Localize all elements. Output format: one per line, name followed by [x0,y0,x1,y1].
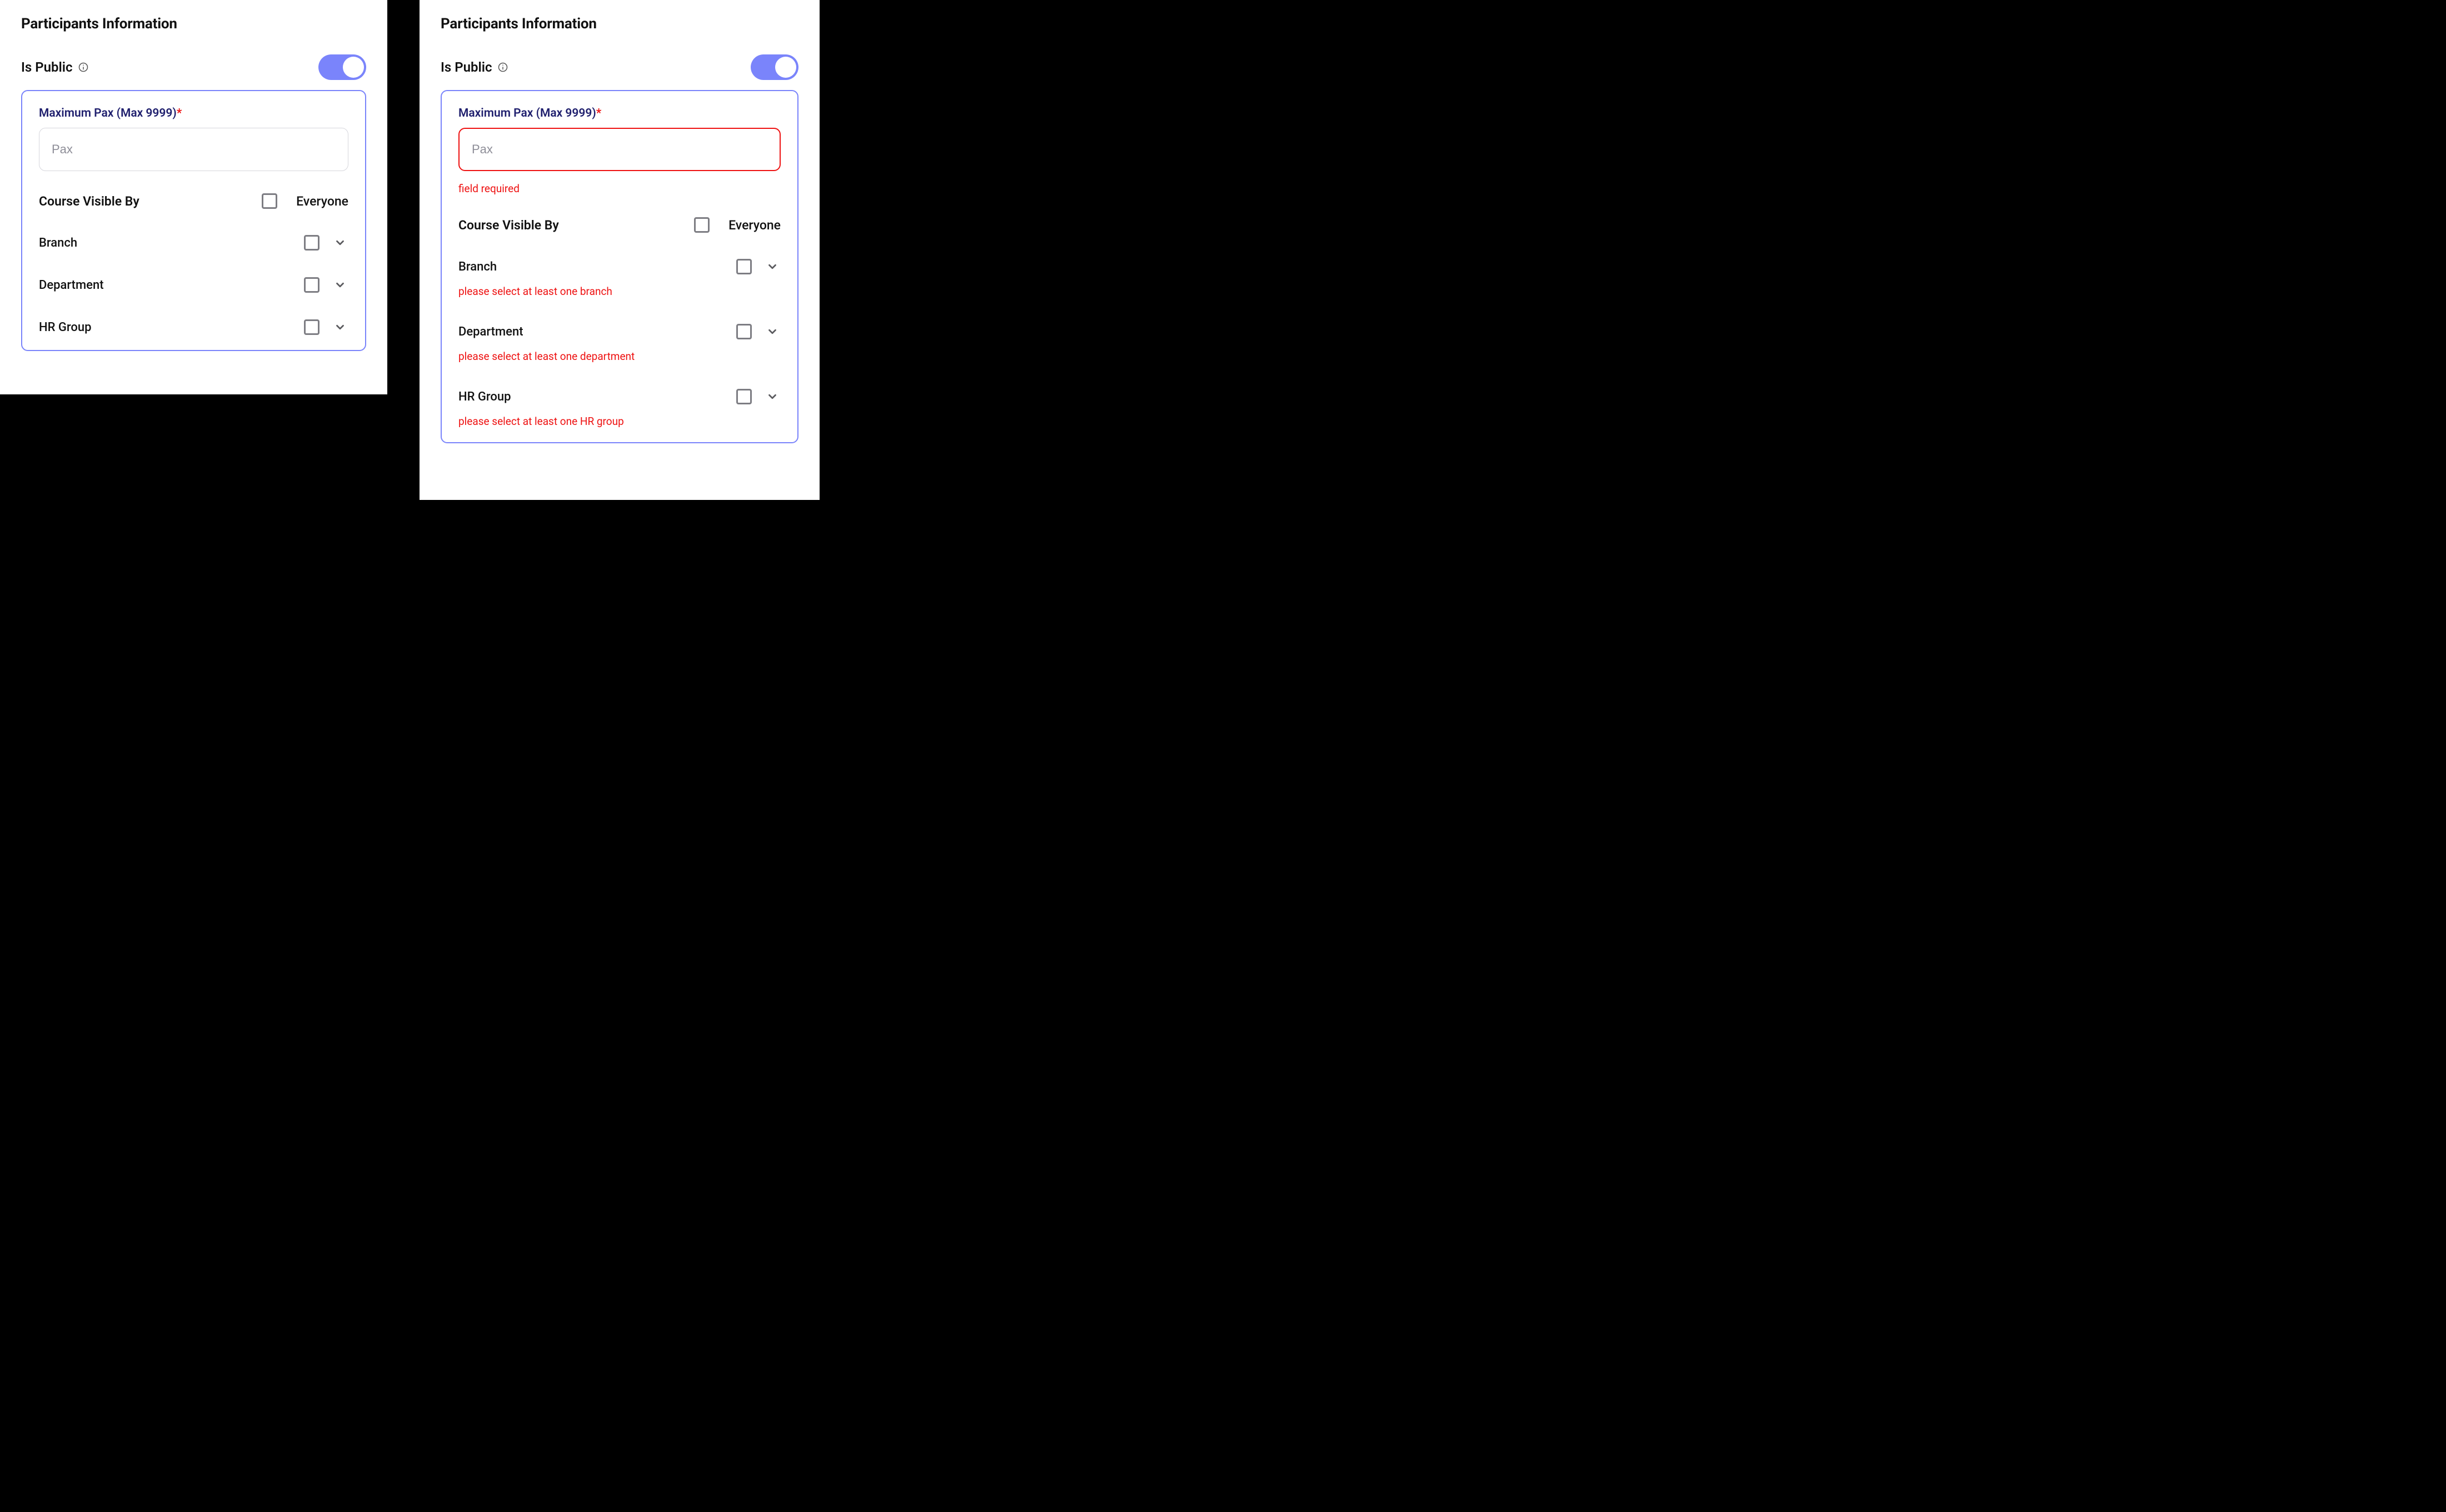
hr-group-label: HR Group [39,321,92,334]
branch-label: Branch [39,236,77,250]
max-pax-input[interactable] [39,128,348,171]
panel-left: Participants Information Is Public Maxim… [0,0,387,394]
info-icon[interactable] [78,62,89,73]
everyone-checkbox[interactable] [262,193,277,209]
chevron-down-icon[interactable] [332,319,348,336]
everyone-checkbox[interactable] [694,217,710,233]
branch-error: please select at least one branch [458,285,781,298]
max-pax-label: Maximum Pax (Max 9999)* [39,107,182,120]
hr-group-checkbox[interactable] [736,389,752,404]
hr-group-checkbox[interactable] [304,319,320,335]
course-visible-by-label: Course Visible By [39,194,139,209]
participants-framed-box: Maximum Pax (Max 9999)* Course Visible B… [21,90,366,351]
is-public-label: Is Public [21,59,72,75]
department-label: Department [39,278,104,292]
branch-label: Branch [458,260,497,274]
max-pax-label-text: Maximum Pax (Max 9999) [39,107,177,120]
hr-group-label: HR Group [458,390,511,404]
is-public-label-wrap: Is Public [441,59,508,75]
is-public-toggle[interactable] [751,54,798,80]
hr-group-row: HR Group [458,388,781,405]
branch-checkbox[interactable] [304,235,320,251]
course-visible-by-label: Course Visible By [458,218,559,233]
is-public-label-wrap: Is Public [21,59,89,75]
max-pax-field: Maximum Pax (Max 9999)* field required [458,107,781,195]
everyone-group: Everyone [694,217,781,233]
section-title: Participants Information [441,16,798,32]
everyone-label: Everyone [728,218,781,233]
course-visible-by-row: Course Visible By Everyone [458,217,781,233]
department-row: Department [458,323,781,340]
max-pax-input[interactable] [458,128,781,171]
branch-row: Branch [39,234,348,251]
hr-group-row: HR Group [39,319,348,336]
required-star: * [596,107,602,120]
required-star: * [177,107,182,120]
chevron-down-icon[interactable] [332,234,348,251]
branch-checkbox[interactable] [736,259,752,274]
toggle-knob [343,57,364,78]
is-public-row: Is Public [441,54,798,80]
course-visible-by-row: Course Visible By Everyone [39,193,348,209]
info-icon[interactable] [497,62,508,73]
chevron-down-icon[interactable] [764,323,781,340]
section-title: Participants Information [21,16,366,32]
department-row: Department [39,277,348,293]
chevron-down-icon[interactable] [764,388,781,405]
everyone-label: Everyone [296,194,348,209]
participants-framed-box: Maximum Pax (Max 9999)* field required C… [441,90,798,443]
toggle-knob [775,57,796,78]
hr-group-error: please select at least one HR group [458,415,781,428]
branch-row: Branch [458,258,781,275]
everyone-group: Everyone [262,193,348,209]
department-checkbox[interactable] [304,277,320,293]
is-public-toggle[interactable] [318,54,366,80]
is-public-label: Is Public [441,59,492,75]
chevron-down-icon[interactable] [764,258,781,275]
max-pax-error: field required [458,182,781,195]
department-checkbox[interactable] [736,324,752,339]
department-error: please select at least one department [458,350,781,363]
max-pax-field: Maximum Pax (Max 9999)* [39,107,348,171]
max-pax-label: Maximum Pax (Max 9999)* [458,107,601,120]
panel-right: Participants Information Is Public Maxim… [420,0,820,500]
is-public-row: Is Public [21,54,366,80]
max-pax-label-text: Maximum Pax (Max 9999) [458,107,596,120]
chevron-down-icon[interactable] [332,277,348,293]
department-label: Department [458,325,523,339]
